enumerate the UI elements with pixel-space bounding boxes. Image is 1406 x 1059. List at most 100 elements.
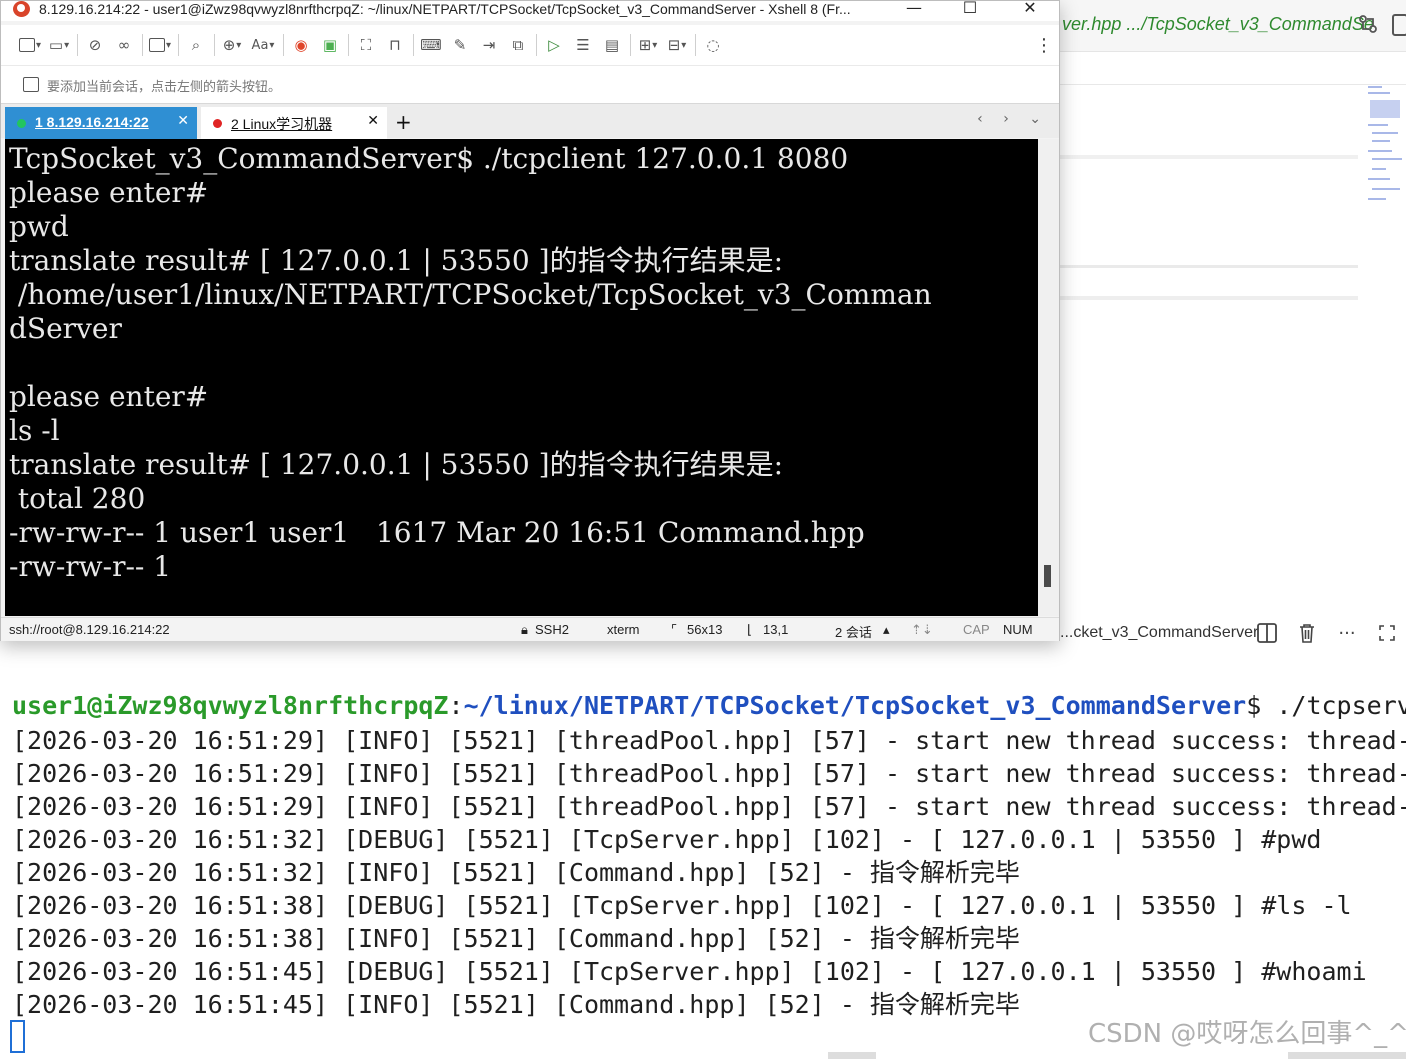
editor-tab-strip: ver.hpp .../TcpSocket_v3_CommandSe	[1058, 0, 1406, 52]
session-tab-label: 2 Linux学习机器	[231, 116, 333, 132]
terminal-line: please enter#	[9, 380, 209, 413]
log-line: [2026-03-20 16:51:29] [INFO] [5521] [thr…	[12, 792, 1406, 821]
more-options-icon[interactable]: ⋮	[1035, 35, 1053, 56]
editor-tab-title-text: ver.hpp .../TcpSocket_v3_CommandSe	[1062, 14, 1374, 34]
caret-up-icon[interactable]: ▴	[883, 622, 890, 638]
window-title: 8.129.16.214:22 - user1@iZwz98qvwyzl8nrf…	[39, 1, 851, 17]
terminal-line: -rw-rw-r-- 1	[9, 550, 172, 583]
cursor-icon: ⌊	[747, 622, 753, 637]
tab-navigation[interactable]: ‹ › ⌄	[977, 111, 1049, 127]
scrollbar-thumb[interactable]	[1044, 565, 1051, 587]
terminal-line: translate result# [ 127.0.0.1 | 53550 ]的…	[9, 448, 784, 481]
log-line: [2026-03-20 16:51:29] [INFO] [5521] [thr…	[12, 726, 1406, 755]
toolbar-separator	[214, 34, 215, 56]
toolbar-separator	[77, 34, 78, 56]
log-line: [2026-03-20 16:51:45] [INFO] [5521] [Com…	[12, 990, 1020, 1019]
log-line: [2026-03-20 16:51:29] [INFO] [5521] [thr…	[12, 759, 1406, 788]
terminal-line: -rw-rw-r-- 1 user1 user1 1617 Mar 20 16:…	[9, 516, 865, 549]
num-lock-indicator: NUM	[1003, 622, 1033, 637]
session-tab-bar: 1 8.129.16.214:22 ✕ 2 Linux学习机器 ✕ + ‹ › …	[1, 103, 1059, 139]
split-editor-icon[interactable]	[1254, 620, 1280, 646]
close-tab-icon[interactable]: ✕	[367, 113, 379, 129]
editor-highlight-line	[1058, 155, 1358, 159]
ssh-terminal[interactable]: TcpSocket_v3_CommandServer$ ./tcpclient …	[5, 139, 1038, 616]
caps-lock-indicator: CAP	[963, 622, 990, 637]
lock-icon: 🔒︎	[521, 622, 528, 637]
session-tab-label: 1 8.129.16.214:22	[35, 114, 149, 130]
terminal-line: dServer	[9, 312, 122, 345]
log-line: [2026-03-20 16:51:32] [INFO] [5521] [Com…	[12, 858, 1020, 887]
title-bar[interactable]: 8.129.16.214:22 - user1@iZwz98qvwyzl8nrf…	[1, 0, 1059, 21]
disconnect-icon[interactable]: ⊘	[84, 34, 106, 56]
chat-icon[interactable]: ◌	[702, 34, 724, 56]
fullscreen-icon[interactable]: ⛶	[355, 34, 377, 56]
maximize-panel-icon[interactable]	[1374, 620, 1400, 646]
search-icon[interactable]: ⌕	[185, 34, 207, 56]
terminal-line: TcpSocket_v3_CommandServer$ ./tcpclient …	[9, 142, 849, 175]
prompt-colon: :	[448, 691, 464, 720]
new-session-icon[interactable]	[19, 34, 41, 56]
terminal-line: pwd	[9, 210, 69, 243]
add-session-arrow-icon[interactable]	[23, 77, 39, 92]
maximize-button[interactable]: ☐	[959, 0, 981, 19]
add-tab-button[interactable]: +	[395, 110, 412, 134]
open-folder-icon[interactable]: ▭	[48, 34, 70, 56]
terminal-size: 56x13	[687, 622, 723, 637]
toolbar-separator	[178, 34, 179, 56]
xshell-logo-icon	[13, 1, 30, 17]
keyboard-icon[interactable]: ⌨	[420, 34, 442, 56]
run-icon[interactable]: ▷	[543, 34, 565, 56]
horizontal-scrollbar[interactable]	[828, 1052, 876, 1059]
terminal-line: please enter#	[9, 176, 209, 209]
log-line: [2026-03-20 16:51:38] [DEBUG] [5521] [Tc…	[12, 891, 1352, 920]
close-tab-icon[interactable]: ✕	[177, 113, 189, 129]
minimize-button[interactable]: —	[903, 0, 925, 19]
protocol-label: SSH2	[535, 622, 569, 637]
editor-divider	[1058, 296, 1358, 300]
compose-icon[interactable]: ☰	[572, 34, 594, 56]
upload-download-icon: ⇡⇣	[911, 622, 933, 637]
file-transfer-icon[interactable]: ▣	[319, 34, 341, 56]
pen-icon[interactable]: ✎	[449, 34, 471, 56]
layout-icon[interactable]	[1392, 14, 1406, 36]
prompt-path: ~/linux/NETPART/TCPSocket/TcpSocket_v3_C…	[463, 691, 1247, 720]
terminal-type: xterm	[607, 622, 640, 637]
session-count[interactable]: 2 会话	[835, 622, 872, 641]
address-bar[interactable]: 要添加当前会话，点击左侧的箭头按钮。	[1, 65, 1059, 103]
prompt-command: $ ./tcpserver 8080	[1246, 691, 1406, 720]
terminal-line: /home/user1/linux/NETPART/TCPSocket/TcpS…	[9, 278, 932, 311]
editor-minimap[interactable]	[1366, 86, 1406, 206]
script-icon[interactable]: ⧉	[507, 34, 529, 56]
layout-icon[interactable]: ⊟	[666, 34, 688, 56]
globe-icon[interactable]: ⊕	[221, 34, 243, 56]
terminal-cursor	[10, 1020, 25, 1053]
toolbar-separator	[536, 34, 537, 56]
log-icon[interactable]: ▤	[601, 34, 623, 56]
trash-icon[interactable]	[1294, 620, 1320, 646]
lock-icon[interactable]: ⊓	[384, 34, 406, 56]
terminal-panel-label[interactable]: ...cket_v3_CommandServer	[1060, 624, 1258, 642]
close-button[interactable]: ✕	[1019, 0, 1041, 19]
terminal-scrollbar[interactable]	[1038, 139, 1059, 616]
log-line: [2026-03-20 16:51:45] [DEBUG] [5521] [Tc…	[12, 957, 1367, 986]
integrated-terminal[interactable]: user1@iZwz98qvwyzl8nrfthcrpqZ:~/linux/NE…	[0, 684, 1406, 1059]
terminal-line: translate result# [ 127.0.0.1 | 53550 ]的…	[9, 244, 784, 277]
compare-icon[interactable]	[1356, 12, 1380, 36]
editor-tab-title[interactable]: ver.hpp .../TcpSocket_v3_CommandSe	[1062, 14, 1374, 35]
terminal-line: ls -l	[9, 414, 60, 447]
properties-icon[interactable]	[149, 34, 171, 56]
toolbar: ▭ ⊘ ∞ ⌕ ⊕ Aa ◉ ▣ ⛶ ⊓ ⌨ ✎ ⇥ ⧉ ▷ ☰ ▤ ⊞ ⊟ ◌…	[1, 25, 1059, 65]
link-icon[interactable]: ∞	[113, 34, 135, 56]
session-tab-2[interactable]: 2 Linux学习机器 ✕	[201, 107, 387, 139]
xftp-icon[interactable]: ◉	[290, 34, 312, 56]
add-tab-icon[interactable]: ⊞	[637, 34, 659, 56]
ellipsis-icon[interactable]: ···	[1334, 620, 1360, 646]
font-icon[interactable]: Aa	[250, 34, 276, 56]
toolbar-separator	[283, 34, 284, 56]
terminal-line: total 280	[9, 482, 146, 515]
horizontal-scrollbar[interactable]	[1288, 1052, 1406, 1059]
toolbar-separator	[348, 34, 349, 56]
session-tab-1[interactable]: 1 8.129.16.214:22 ✕	[5, 107, 197, 139]
toolbar-separator	[413, 34, 414, 56]
send-icon[interactable]: ⇥	[478, 34, 500, 56]
